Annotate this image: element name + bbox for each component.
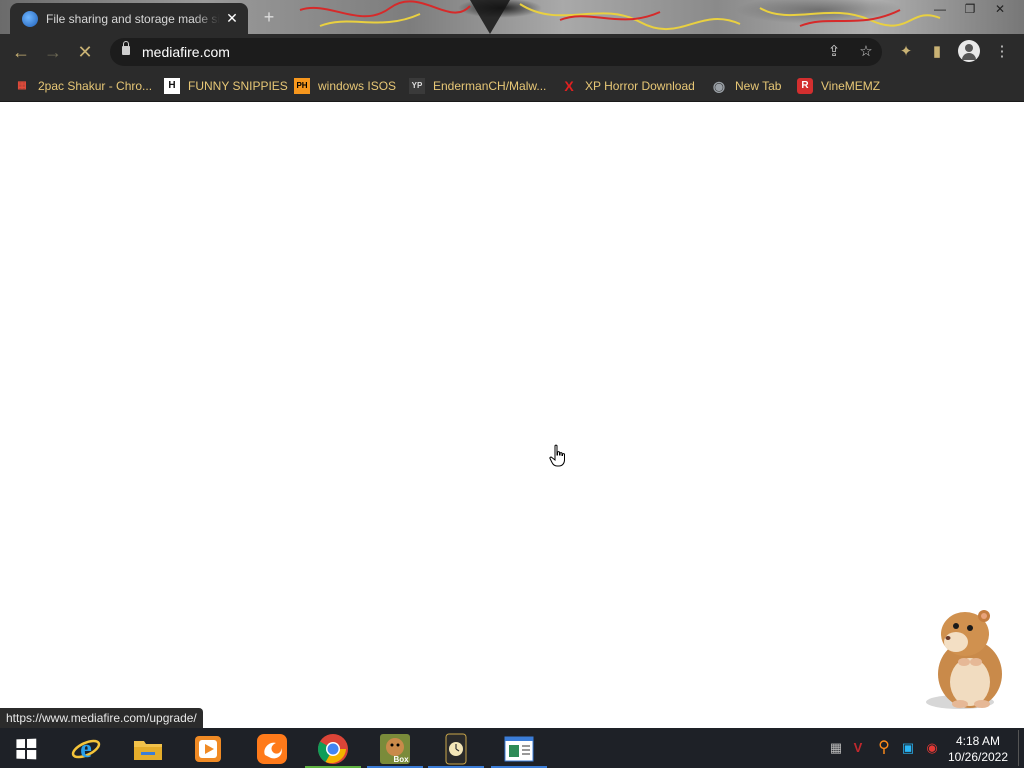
- bookmark-funny-snippies[interactable]: H FUNNY SNIPPIES: [164, 76, 288, 96]
- side-panel-icon[interactable]: ▮: [926, 41, 948, 63]
- monitor-tray-icon[interactable]: ▣: [900, 740, 916, 756]
- taskbar-clock[interactable]: 4:18 AM 10/26/2022: [940, 733, 1016, 765]
- profile-avatar-icon[interactable]: [958, 40, 980, 62]
- record-tray-icon[interactable]: ◉: [924, 740, 940, 756]
- share-icon[interactable]: ⇪: [824, 42, 844, 62]
- chrome-icon: [317, 734, 348, 764]
- address-url[interactable]: mediafire.com: [142, 44, 230, 60]
- qr-tray-icon[interactable]: ▦: [828, 740, 844, 756]
- page-content[interactable]: [0, 102, 1024, 728]
- bookmarks-bar: ▦ 2pac Shakur - Chro... H FUNNY SNIPPIES…: [0, 70, 1024, 102]
- uc-browser-icon: [257, 734, 287, 764]
- svg-text:e: e: [80, 734, 92, 763]
- document-app-icon: [504, 736, 534, 762]
- hand-pointer-cursor-icon: [549, 444, 565, 467]
- bookmark-label: XP Horror Download: [585, 79, 695, 93]
- taskbar: e Box: [0, 728, 1024, 768]
- bookmark-windows-isos[interactable]: PH windows ISOS: [294, 76, 396, 96]
- svg-text:Box: Box: [393, 755, 409, 764]
- bookmark-label: New Tab: [735, 79, 782, 93]
- start-button[interactable]: [0, 730, 52, 768]
- tab-mediafire[interactable]: File sharing and storage made simple ✕: [10, 3, 248, 34]
- lock-icon[interactable]: [122, 41, 130, 55]
- clock-time: 4:18 AM: [955, 734, 1001, 748]
- antivirus-tray-icon[interactable]: V: [850, 740, 866, 756]
- windows-start-icon: [16, 738, 37, 760]
- tab-title: File sharing and storage made simple: [46, 11, 220, 26]
- tab-close-icon[interactable]: ✕: [224, 10, 240, 27]
- menu-kebab-icon[interactable]: ⋮: [991, 41, 1013, 63]
- new-tab-button[interactable]: +: [258, 6, 280, 28]
- taskbar-internet-explorer[interactable]: e: [58, 730, 114, 768]
- hamster-desktop-pet-icon[interactable]: [920, 604, 1010, 712]
- folder-icon: [134, 741, 162, 760]
- taskbar-file-explorer[interactable]: [120, 730, 176, 768]
- screen: File sharing and storage made simple ✕ +…: [0, 0, 1024, 768]
- bookmark-vinememz[interactable]: R VineMEMZ: [797, 76, 880, 96]
- yp-icon: YP: [409, 78, 425, 94]
- chrome-store-icon: ▦: [17, 80, 27, 91]
- taskbar-document-app[interactable]: [491, 730, 547, 768]
- search-tray-icon[interactable]: ⚲: [876, 740, 892, 756]
- status-url-tooltip: https://www.mediafire.com/upgrade/: [0, 708, 203, 728]
- back-arrow-icon[interactable]: ←: [9, 40, 33, 64]
- bookmark-label: VineMEMZ: [821, 79, 881, 93]
- clock-date: 10/26/2022: [947, 750, 1009, 764]
- bookmark-xp-horror[interactable]: X XP Horror Download: [561, 76, 695, 96]
- r-icon: R: [797, 78, 813, 94]
- bookmark-2pac[interactable]: ▦ 2pac Shakur - Chro...: [14, 76, 152, 96]
- bookmark-label: 2pac Shakur - Chro...: [38, 79, 153, 93]
- box-app-icon: Box: [380, 734, 410, 764]
- forward-arrow-icon[interactable]: →: [41, 40, 65, 64]
- bookmark-new-tab[interactable]: ◉ New Tab: [711, 76, 782, 96]
- globe-icon: ◉: [712, 78, 726, 94]
- taskbar-watch-app[interactable]: [428, 730, 484, 768]
- taskbar-media-player[interactable]: [180, 730, 236, 768]
- close-window-button[interactable]: ✕: [985, 0, 1015, 18]
- tab-strip: File sharing and storage made simple ✕ +…: [0, 0, 1024, 34]
- ph-icon: PH: [294, 78, 310, 94]
- address-bar[interactable]: mediafire.com ⇪ ☆: [110, 38, 882, 66]
- bookmark-label: FUNNY SNIPPIES: [188, 79, 288, 93]
- bookmark-label: windows ISOS: [318, 79, 397, 93]
- h-icon: H: [164, 78, 180, 94]
- restore-button[interactable]: ❐: [955, 0, 985, 18]
- browser-toolbar: ← → ✕ mediafire.com ⇪ ☆ ✦ ▮ ⋮: [0, 34, 1024, 70]
- taskbar-box-app[interactable]: Box: [367, 730, 423, 768]
- ie-icon: e: [71, 734, 101, 763]
- minimize-button[interactable]: —: [925, 0, 955, 18]
- taskbar-chrome[interactable]: [305, 730, 361, 768]
- mediafire-favicon-icon: [22, 10, 38, 27]
- bookmark-label: EndermanCH/Malw...: [433, 79, 547, 93]
- taskbar-uc-browser[interactable]: [244, 730, 300, 768]
- bookmark-star-icon[interactable]: ☆: [856, 42, 876, 62]
- bookmark-endermanch[interactable]: YP EndermanCH/Malw...: [409, 76, 546, 96]
- media-player-icon: [195, 736, 221, 762]
- show-desktop-button[interactable]: [1018, 730, 1019, 766]
- watch-app-icon: [445, 733, 467, 765]
- stop-loading-icon[interactable]: ✕: [73, 40, 97, 64]
- extensions-puzzle-icon[interactable]: ✦: [895, 41, 917, 63]
- x-icon: X: [564, 78, 574, 94]
